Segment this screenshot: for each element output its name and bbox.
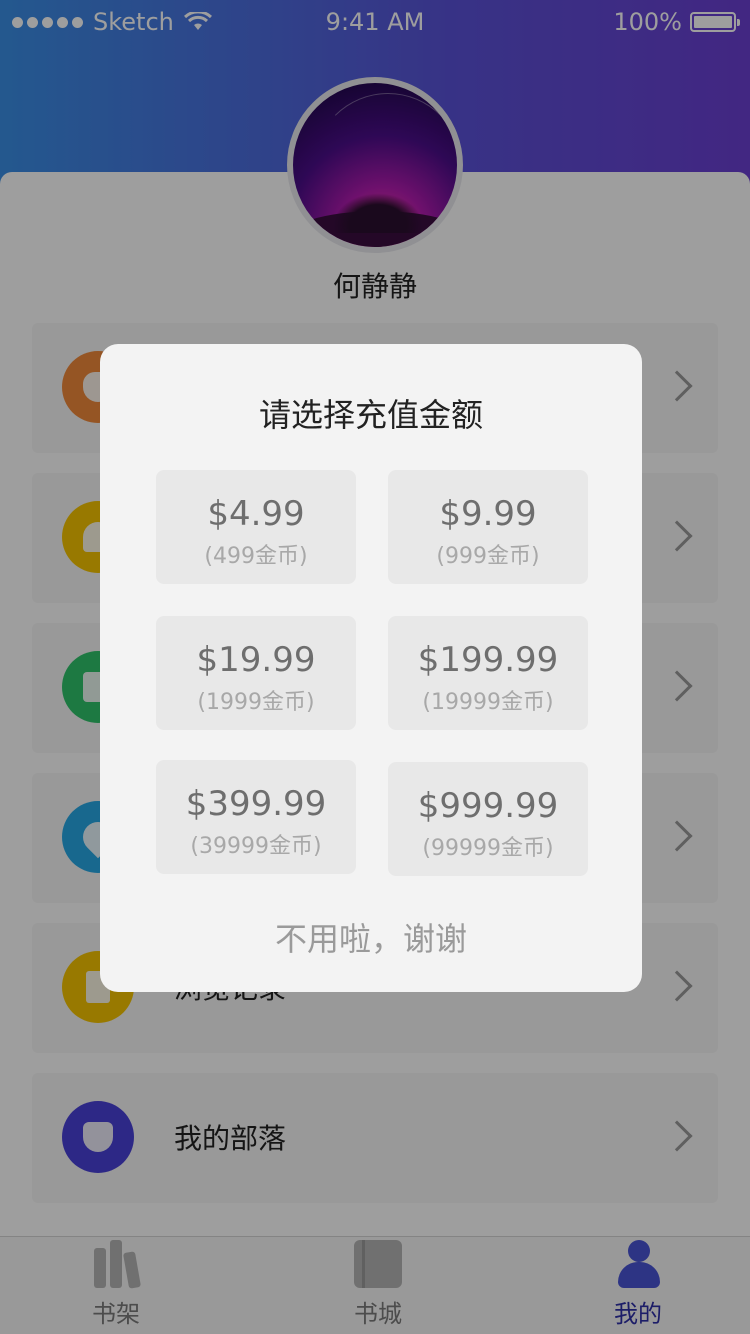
option-price: $4.99 [207,494,305,534]
option-coins: (39999金币) [190,834,322,859]
option-price: $19.99 [196,640,316,680]
option-coins: (1999金币) [197,690,315,715]
recharge-option-399-99[interactable]: $399.99 (39999金币) [156,760,356,874]
option-coins: (499金币) [204,544,308,569]
recharge-option-999-99[interactable]: $999.99 (99999金币) [388,762,588,876]
recharge-dialog: 请选择充值金额 $4.99 (499金币) $9.99 (999金币) $19.… [100,344,642,992]
option-coins: (999金币) [436,544,540,569]
dialog-title: 请选择充值金额 [258,396,483,434]
option-price: $199.99 [417,640,559,680]
dismiss-button[interactable]: 不用啦，谢谢 [100,914,642,960]
recharge-option-4-99[interactable]: $4.99 (499金币) [156,470,356,584]
recharge-option-9-99[interactable]: $9.99 (999金币) [388,470,588,584]
option-coins: (99999金币) [422,836,554,861]
option-price: $9.99 [439,494,537,534]
option-price: $399.99 [185,784,327,824]
option-coins: (19999金币) [422,690,554,715]
option-price: $999.99 [417,786,559,826]
recharge-option-19-99[interactable]: $19.99 (1999金币) [156,616,356,730]
recharge-option-199-99[interactable]: $199.99 (19999金币) [388,616,588,730]
